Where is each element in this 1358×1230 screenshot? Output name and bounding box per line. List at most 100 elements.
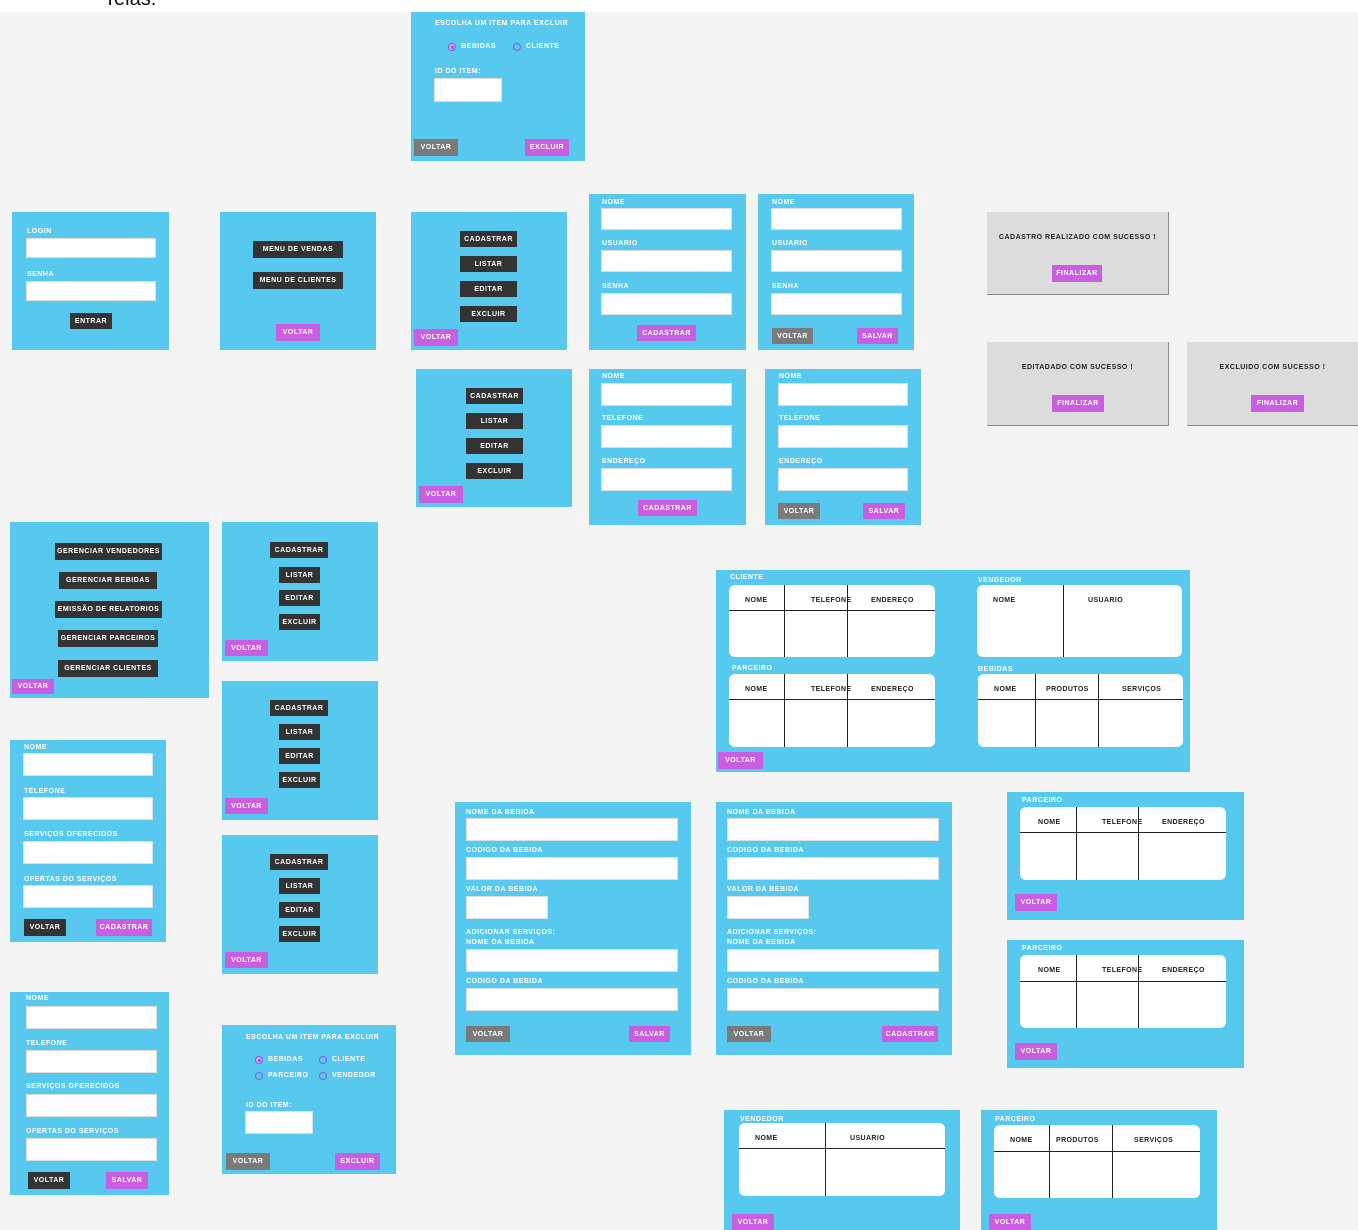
telefone-input[interactable] [26, 1050, 157, 1073]
codigo-bebida-input-2[interactable] [466, 988, 678, 1011]
nome-input[interactable] [601, 208, 732, 230]
finish-button[interactable]: FINALIZAR [1052, 265, 1102, 282]
back-button[interactable]: VOLTAR [226, 1153, 270, 1170]
back-button[interactable]: VOLTAR [419, 486, 463, 503]
clients-menu-button[interactable]: MENU DE CLIENTES [253, 272, 343, 289]
save-button[interactable]: SALVAR [863, 503, 905, 519]
back-button[interactable]: VOLTAR [466, 1026, 510, 1042]
radio-bebidas[interactable] [448, 43, 456, 51]
back-button[interactable]: VOLTAR [989, 1214, 1031, 1230]
codigo-bebida-input-2[interactable] [727, 988, 939, 1011]
back-button[interactable]: VOLTAR [225, 798, 268, 814]
reports-button[interactable]: EMISSÃO DE RELATORIOS [55, 601, 162, 618]
login-input[interactable] [26, 238, 156, 258]
register-button[interactable]: CADASTRAR [638, 500, 697, 516]
back-button[interactable]: VOLTAR [12, 679, 54, 694]
back-button[interactable]: VOLTAR [225, 640, 268, 656]
ofertas-input[interactable] [26, 1138, 157, 1161]
list-button[interactable]: LISTAR [279, 567, 320, 583]
back-button[interactable]: VOLTAR [778, 503, 820, 519]
nome-bebida-input[interactable] [727, 818, 939, 841]
telefone-input[interactable] [778, 425, 908, 448]
nome-bebida-input[interactable] [466, 818, 678, 841]
back-button[interactable]: VOLTAR [414, 139, 458, 156]
delete-button[interactable]: EXCLUIR [525, 139, 569, 156]
id-item-input[interactable] [434, 78, 502, 102]
back-button[interactable]: VOLTAR [732, 1214, 774, 1230]
nome-input[interactable] [778, 383, 908, 406]
register-button[interactable]: CADASTRAR [96, 919, 152, 936]
back-button[interactable]: VOLTAR [24, 919, 66, 936]
delete-button[interactable]: EXCLUIR [279, 926, 320, 942]
telefone-input[interactable] [601, 425, 732, 448]
nome-bebida-input-2[interactable] [727, 949, 939, 972]
nome-input[interactable] [23, 753, 153, 776]
delete-button[interactable]: EXCLUIR [460, 306, 517, 322]
back-button[interactable]: VOLTAR [727, 1026, 771, 1042]
enter-button[interactable]: ENTRAR [70, 313, 112, 329]
register-button[interactable]: CADASTRAR [270, 854, 328, 870]
endereco-input[interactable] [778, 468, 908, 491]
back-button[interactable]: VOLTAR [276, 324, 320, 341]
senha-input[interactable] [26, 281, 156, 301]
endereco-input[interactable] [601, 468, 732, 491]
nome-input[interactable] [771, 208, 902, 230]
register-button[interactable]: CADASTRAR [882, 1026, 938, 1042]
save-button[interactable]: SALVAR [629, 1026, 670, 1042]
register-button[interactable]: CADASTRAR [466, 388, 523, 404]
list-button[interactable]: LISTAR [279, 724, 320, 740]
save-button[interactable]: SALVAR [857, 328, 898, 344]
back-button[interactable]: VOLTAR [414, 329, 458, 346]
id-item-input[interactable] [245, 1111, 313, 1134]
sales-menu-button[interactable]: MENU DE VENDAS [253, 241, 343, 258]
back-button[interactable]: VOLTAR [1015, 894, 1057, 911]
ofertas-input[interactable] [23, 885, 153, 908]
nome-input[interactable] [26, 1006, 157, 1029]
codigo-bebida-input[interactable] [466, 857, 678, 880]
edit-button[interactable]: EDITAR [279, 902, 320, 918]
delete-button[interactable]: EXCLUIR [279, 614, 320, 630]
edit-button[interactable]: EDITAR [466, 438, 523, 454]
register-button[interactable]: CADASTRAR [270, 700, 328, 716]
senha-input[interactable] [771, 293, 902, 315]
register-button[interactable]: CADASTRAR [460, 231, 517, 247]
back-button[interactable]: VOLTAR [28, 1172, 70, 1189]
manage-sellers-button[interactable]: GERENCIAR VENDEDORES [55, 543, 162, 560]
save-button[interactable]: SALVAR [106, 1172, 148, 1189]
delete-button[interactable]: EXCLUIR [466, 463, 523, 479]
register-button[interactable]: CADASTRAR [637, 325, 696, 341]
nome-input[interactable] [601, 383, 732, 406]
register-button[interactable]: CADASTRAR [270, 542, 328, 558]
edit-button[interactable]: EDITAR [460, 281, 517, 297]
radio-cliente[interactable] [319, 1056, 327, 1064]
list-button[interactable]: LISTAR [279, 878, 320, 894]
delete-button[interactable]: EXCLUIR [279, 772, 320, 788]
list-button[interactable]: LISTAR [460, 256, 517, 272]
usuario-input[interactable] [601, 250, 732, 272]
valor-bebida-input[interactable] [466, 896, 548, 919]
manage-drinks-button[interactable]: GERENCIAR BEBIDAS [59, 572, 157, 589]
finish-button[interactable]: FINALIZAR [1052, 395, 1104, 412]
servicos-input[interactable] [26, 1094, 157, 1117]
valor-bebida-input[interactable] [727, 896, 809, 919]
delete-button[interactable]: EXCLUIR [335, 1153, 380, 1170]
list-button[interactable]: LISTAR [466, 413, 523, 429]
radio-parceiro[interactable] [255, 1072, 263, 1080]
back-button[interactable]: VOLTAR [772, 328, 813, 344]
senha-input[interactable] [601, 293, 732, 315]
edit-button[interactable]: EDITAR [279, 748, 320, 764]
back-button[interactable]: VOLTAR [225, 952, 268, 968]
back-button[interactable]: VOLTAR [1015, 1043, 1057, 1060]
codigo-bebida-input[interactable] [727, 857, 939, 880]
radio-cliente[interactable] [513, 43, 521, 51]
radio-bebidas[interactable] [255, 1056, 263, 1064]
finish-button[interactable]: FINALIZAR [1251, 395, 1304, 412]
servicos-input[interactable] [23, 841, 153, 864]
radio-vendedor[interactable] [319, 1072, 327, 1080]
nome-bebida-input-2[interactable] [466, 949, 678, 972]
back-button[interactable]: VOLTAR [718, 752, 763, 769]
edit-button[interactable]: EDITAR [279, 590, 320, 606]
manage-clients-button[interactable]: GERENCIAR CLIENTES [58, 660, 158, 677]
usuario-input[interactable] [771, 250, 902, 272]
manage-partners-button[interactable]: GERENCIAR PARCEIROS [58, 630, 158, 647]
